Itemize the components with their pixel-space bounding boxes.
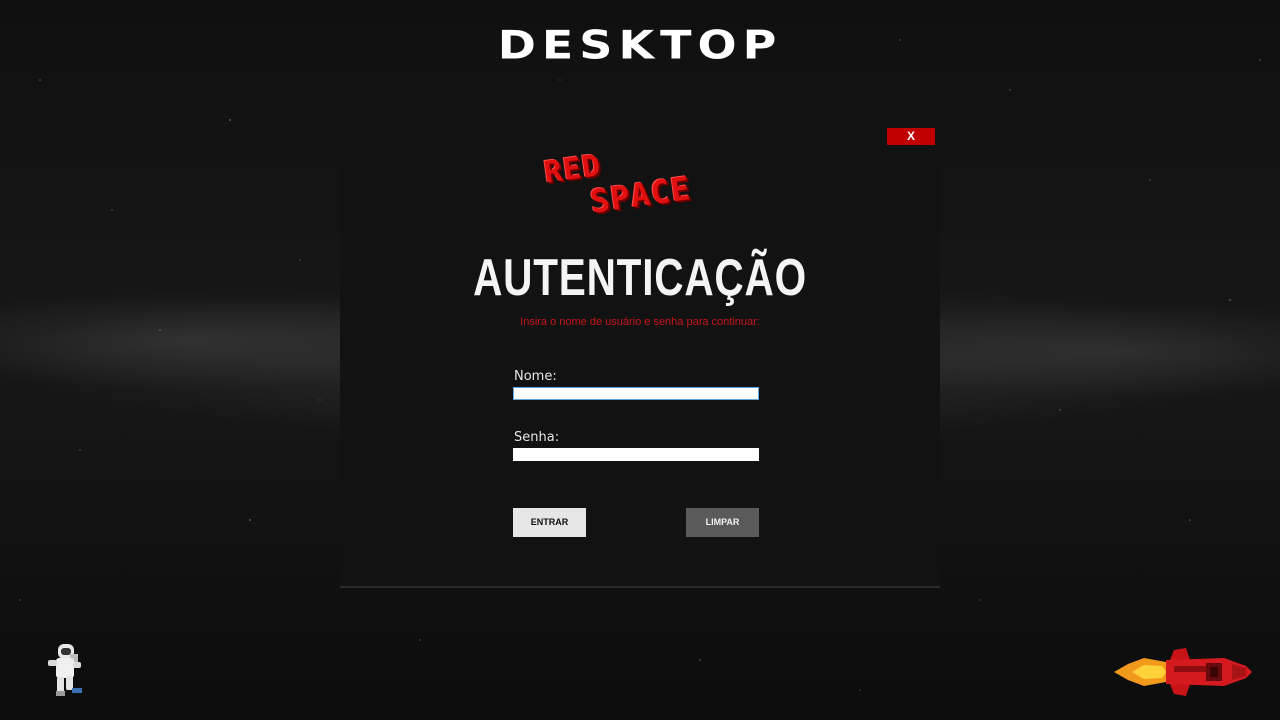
enter-button[interactable]: ENTRAR (513, 508, 586, 537)
red-space-logo: RED SPACE (538, 148, 743, 221)
page-title: AUTENTICAÇÃO (473, 249, 807, 307)
password-label: Senha: (514, 430, 560, 445)
logo-line-2: SPACE (587, 169, 694, 221)
username-label: Nome: (514, 369, 557, 384)
clear-button[interactable]: LIMPAR (686, 508, 759, 537)
rocket-icon (1114, 648, 1252, 696)
close-button[interactable]: X (887, 128, 935, 145)
username-input[interactable] (513, 387, 759, 400)
instruction-text: Insira o nome de usuário e senha para co… (520, 316, 760, 328)
astronaut-icon (48, 644, 82, 696)
password-input[interactable] (513, 448, 759, 461)
desktop-title: DESKTOP (497, 22, 783, 68)
login-dialog: X RED SPACE AUTENTICAÇÃO Insira o nome d… (340, 120, 940, 588)
